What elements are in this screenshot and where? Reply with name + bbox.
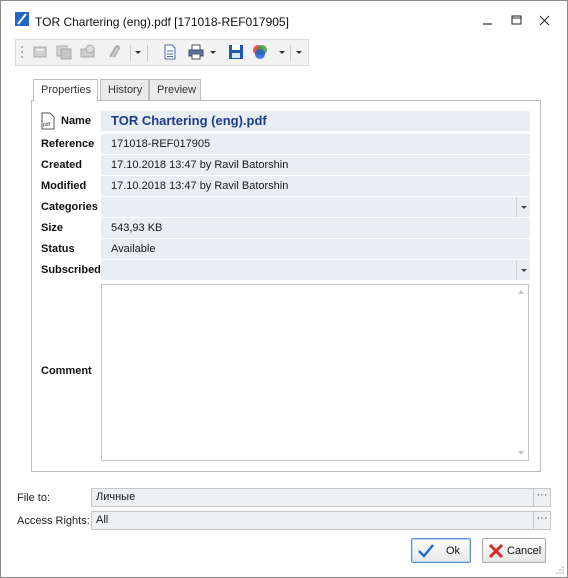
copy-icon <box>56 45 72 60</box>
open-button[interactable] <box>30 43 50 61</box>
cancel-label: Cancel <box>507 545 542 557</box>
modified-value: 17.10.2018 13:47 by Ravil Batorshin <box>101 176 530 196</box>
reference-value: 171018-REF017905 <box>101 134 530 154</box>
access-rights-field[interactable]: All ··· <box>91 511 551 530</box>
file-to-value: Личные <box>96 491 136 503</box>
toolbar-grip-icon <box>21 46 23 58</box>
created-label: Created <box>41 159 82 171</box>
modified-row: Modified 17.10.2018 13:47 by Ravil Bator… <box>41 176 530 196</box>
chevron-down-icon <box>521 206 527 209</box>
file-to-label: File to: <box>17 492 51 504</box>
dialog-window: TOR Chartering (eng).pdf [171018-REF0179… <box>0 0 568 578</box>
subscribed-dropdown-button[interactable] <box>516 260 530 280</box>
print-button[interactable] <box>186 43 206 61</box>
comment-scrollbar[interactable] <box>514 285 528 460</box>
categories-select[interactable] <box>101 197 530 217</box>
save-icon <box>229 45 243 59</box>
properties-panel: pdf Name TOR Chartering (eng).pdf Refere… <box>31 100 541 472</box>
close-icon <box>539 15 550 26</box>
close-button[interactable] <box>528 7 562 33</box>
name-row: pdf Name TOR Chartering (eng).pdf <box>41 111 530 131</box>
color-wheel-icon <box>253 45 267 59</box>
status-row: Status Available <box>41 239 530 259</box>
name-value: TOR Chartering (eng).pdf <box>101 111 530 131</box>
color-dropdown[interactable] <box>277 43 287 61</box>
ok-label: Ok <box>446 545 461 557</box>
toolbar-separator <box>130 45 131 61</box>
modified-label: Modified <box>41 180 87 192</box>
file-to-browse-button[interactable]: ··· <box>533 489 550 506</box>
toolbar <box>15 39 309 66</box>
print-preview-icon <box>80 44 95 58</box>
save-button[interactable] <box>226 43 246 61</box>
categories-dropdown-button[interactable] <box>516 197 530 217</box>
access-rights-label: Access Rights: <box>17 515 90 527</box>
reference-label: Reference <box>41 138 95 150</box>
chevron-down-icon <box>521 269 527 272</box>
file-to-field[interactable]: Личные ··· <box>91 488 551 507</box>
tab-history[interactable]: History <box>100 79 149 100</box>
document-button[interactable] <box>160 43 180 61</box>
subscribed-row: Subscribed <box>41 260 530 280</box>
attach-button[interactable] <box>104 43 124 61</box>
print-dropdown[interactable] <box>208 43 218 61</box>
chevron-down-icon <box>279 51 285 54</box>
chevron-down-icon <box>135 51 141 54</box>
svg-text:pdf: pdf <box>43 122 51 128</box>
comment-label: Comment <box>41 365 92 377</box>
print-preview-button[interactable] <box>78 43 98 61</box>
ok-button[interactable]: Ok <box>411 538 471 563</box>
pdf-file-icon: pdf <box>41 112 55 130</box>
access-rights-browse-button[interactable]: ··· <box>533 512 550 529</box>
resize-grip-icon[interactable] <box>555 565 565 575</box>
subscribed-select[interactable] <box>101 260 530 280</box>
status-value: Available <box>101 239 530 259</box>
access-rights-value: All <box>96 514 109 526</box>
name-label: Name <box>61 115 91 127</box>
created-row: Created 17.10.2018 13:47 by Ravil Bators… <box>41 155 530 175</box>
checkmark-icon <box>418 544 434 558</box>
status-label: Status <box>41 243 75 255</box>
toolbar-separator <box>290 45 291 61</box>
chevron-down-icon <box>296 51 302 54</box>
printer-icon <box>188 44 204 60</box>
comment-textarea[interactable] <box>101 284 529 461</box>
size-value: 543,93 KB <box>101 218 530 238</box>
created-value: 17.10.2018 13:47 by Ravil Batorshin <box>101 155 530 175</box>
open-icon <box>33 46 47 58</box>
cancel-button[interactable]: Cancel <box>482 538 546 563</box>
categories-label: Categories <box>41 201 98 213</box>
size-label: Size <box>41 222 64 234</box>
cancel-x-icon <box>488 543 504 559</box>
app-icon <box>15 12 29 26</box>
window-title: TOR Chartering (eng).pdf [171018-REF0179… <box>35 15 289 29</box>
toolbar-dropdown-1[interactable] <box>133 43 143 61</box>
attach-icon <box>109 45 121 58</box>
copy-button[interactable] <box>54 43 74 61</box>
toolbar-separator <box>147 45 148 61</box>
tab-properties[interactable]: Properties <box>33 79 98 102</box>
subscribed-label: Subscribed <box>41 264 101 276</box>
color-button[interactable] <box>250 43 270 61</box>
reference-row: Reference 171018-REF017905 <box>41 134 530 154</box>
chevron-down-icon <box>210 51 216 54</box>
toolbar-overflow-dropdown[interactable] <box>294 43 304 61</box>
scroll-down-icon <box>518 451 524 455</box>
tab-preview[interactable]: Preview <box>149 79 201 100</box>
document-icon <box>164 44 176 60</box>
title-bar[interactable]: TOR Chartering (eng).pdf [171018-REF0179… <box>1 1 567 37</box>
size-row: Size 543,93 KB <box>41 218 530 238</box>
categories-row: Categories <box>41 197 530 217</box>
scroll-up-icon <box>518 290 524 294</box>
